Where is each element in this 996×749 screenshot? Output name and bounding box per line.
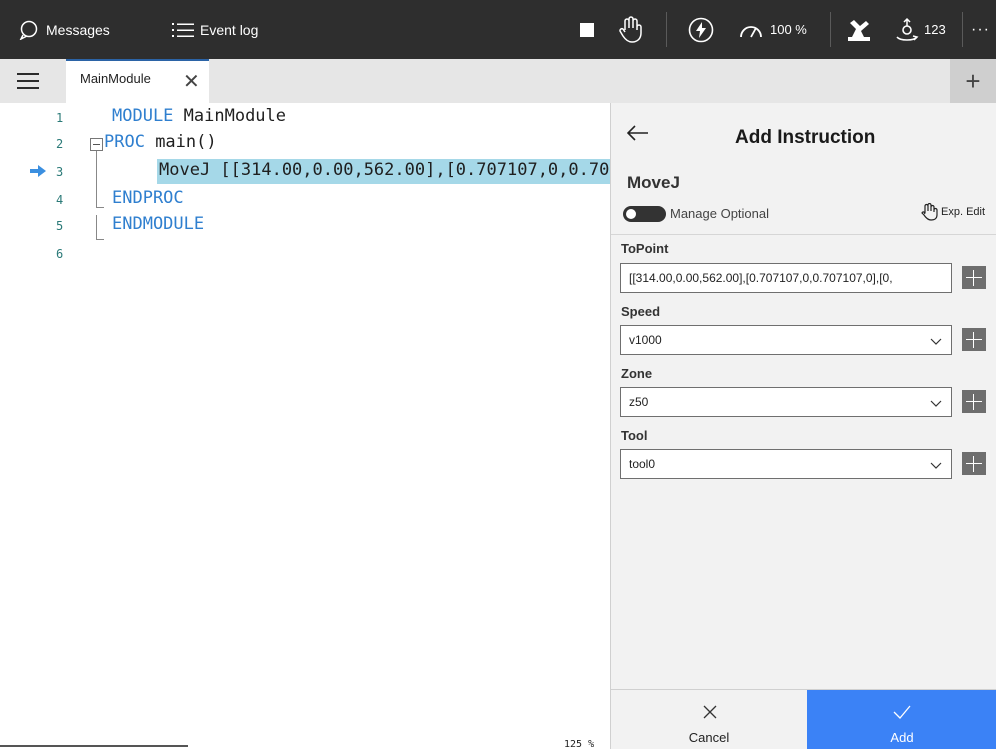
add-label: Add <box>890 730 914 745</box>
separator <box>830 12 831 47</box>
checkmark-icon <box>893 705 911 719</box>
speed-value: 100 % <box>770 22 807 37</box>
line-number: 2 <box>56 137 64 151</box>
fold-guide <box>96 239 104 240</box>
cancel-label: Cancel <box>688 730 730 745</box>
speed-label: Speed <box>621 304 661 319</box>
code-text: main() <box>144 132 217 152</box>
robot-status[interactable] <box>846 0 872 59</box>
code-line[interactable]: 4 ENDPROC <box>0 187 610 211</box>
close-icon <box>703 705 717 719</box>
touch-hand-icon <box>921 203 938 221</box>
tab-mainmodule[interactable]: MainModule ✕ <box>66 59 209 103</box>
code-line[interactable]: 6 <box>0 241 610 265</box>
menu-button[interactable] <box>17 73 39 89</box>
back-arrow-icon[interactable] <box>627 125 649 141</box>
fold-guide <box>96 215 97 239</box>
stop-icon <box>580 22 594 37</box>
new-tab-button[interactable]: + <box>950 59 996 103</box>
jog-status[interactable]: 123 <box>894 0 946 59</box>
zone-value: z50 <box>629 395 649 409</box>
zone-label: Zone <box>621 366 653 381</box>
chevron-down-icon <box>930 462 942 469</box>
chevron-down-icon <box>930 338 942 345</box>
list-icon <box>172 22 194 37</box>
topoint-label: ToPoint <box>621 241 669 256</box>
tool-add-button[interactable] <box>962 452 986 475</box>
speed-add-button[interactable] <box>962 328 986 351</box>
tool-label: Tool <box>621 428 648 443</box>
jog-axis-icon <box>896 17 919 41</box>
keyword: MODULE <box>112 106 174 126</box>
zone-add-button[interactable] <box>962 390 986 413</box>
speed-value: v1000 <box>629 333 662 347</box>
separator <box>666 12 667 47</box>
more-button[interactable]: ··· <box>971 0 990 59</box>
event-log-label: Event log <box>200 21 259 38</box>
manage-optional-toggle[interactable] <box>623 206 666 222</box>
stop-status[interactable] <box>580 0 594 59</box>
hand-icon <box>619 15 642 43</box>
exp-edit-label: Exp. Edit <box>941 206 986 218</box>
divider <box>611 234 996 235</box>
exp-edit-button[interactable]: Exp. Edit <box>919 203 985 221</box>
toggle-knob <box>626 209 636 219</box>
line-number: 4 <box>56 193 64 207</box>
code-text: MoveJ [[314.00,0.00,562.00],[0.707107,0,… <box>159 160 610 180</box>
topoint-value: [[314.00,0.00,562.00],[0.707107,0,0.7071… <box>629 271 893 285</box>
panel-title: Add Instruction <box>735 127 876 148</box>
instruction-name: MoveJ <box>627 173 680 192</box>
hamburger-icon <box>17 73 39 75</box>
line-number: 6 <box>56 247 64 261</box>
code-line-selected[interactable]: 3 MoveJ [[314.00,0.00,562.00],[0.707107,… <box>0 159 610 184</box>
code-text: MainModule <box>173 106 287 126</box>
tab-label: MainModule <box>80 71 151 86</box>
messages-icon <box>19 20 38 40</box>
code-line[interactable]: 5 ENDMODULE <box>0 213 610 237</box>
line-number: 1 <box>56 111 64 125</box>
line-number: 3 <box>56 165 64 179</box>
speedometer-icon <box>740 25 762 37</box>
panel-footer: Cancel Add <box>611 689 996 749</box>
chevron-down-icon <box>930 400 942 407</box>
event-log-button[interactable]: Event log <box>172 0 258 59</box>
keyword: ENDPROC <box>112 188 184 208</box>
keyword: PROC <box>104 132 145 152</box>
speed-status[interactable]: 100 % <box>738 0 807 59</box>
fold-guide <box>96 151 97 207</box>
keyword: ENDMODULE <box>112 214 205 234</box>
status-bar: Messages Event log 100 % 123 ··· <box>0 0 996 59</box>
robot-arm-icon <box>848 19 870 41</box>
program-pointer-icon <box>30 165 46 177</box>
manage-optional-label: Manage Optional <box>670 206 770 221</box>
speed-dropdown[interactable]: v1000 <box>620 325 952 355</box>
code-line[interactable]: 1 MODULE MainModule <box>0 105 610 129</box>
tab-bar: MainModule ✕ + <box>0 59 996 103</box>
motors-status[interactable] <box>688 0 714 59</box>
lightning-icon <box>688 17 714 42</box>
add-instruction-panel: Add Instruction MoveJ Manage Optional Ex… <box>610 103 996 749</box>
fold-toggle[interactable] <box>90 138 103 151</box>
horizontal-scrollbar[interactable] <box>0 745 188 747</box>
topoint-add-button[interactable] <box>962 266 986 289</box>
separator <box>962 12 963 47</box>
messages-label: Messages <box>46 21 110 38</box>
cancel-button[interactable]: Cancel <box>611 690 807 749</box>
topoint-field[interactable]: [[314.00,0.00,562.00],[0.707107,0,0.7071… <box>620 263 952 293</box>
tool-value: tool0 <box>629 457 656 471</box>
line-number: 5 <box>56 219 64 233</box>
add-button[interactable]: Add <box>807 690 996 749</box>
jog-value: 123 <box>924 22 946 37</box>
messages-button[interactable]: Messages <box>18 0 110 59</box>
close-icon[interactable]: ✕ <box>183 72 200 92</box>
zone-dropdown[interactable]: z50 <box>620 387 952 417</box>
tool-dropdown[interactable]: tool0 <box>620 449 952 479</box>
zoom-level: 125 % <box>564 739 595 749</box>
fold-guide <box>96 207 104 208</box>
manual-mode-status[interactable] <box>618 0 644 59</box>
code-editor[interactable]: 1 MODULE MainModule 2 PROC main() 3 Move… <box>0 103 610 749</box>
